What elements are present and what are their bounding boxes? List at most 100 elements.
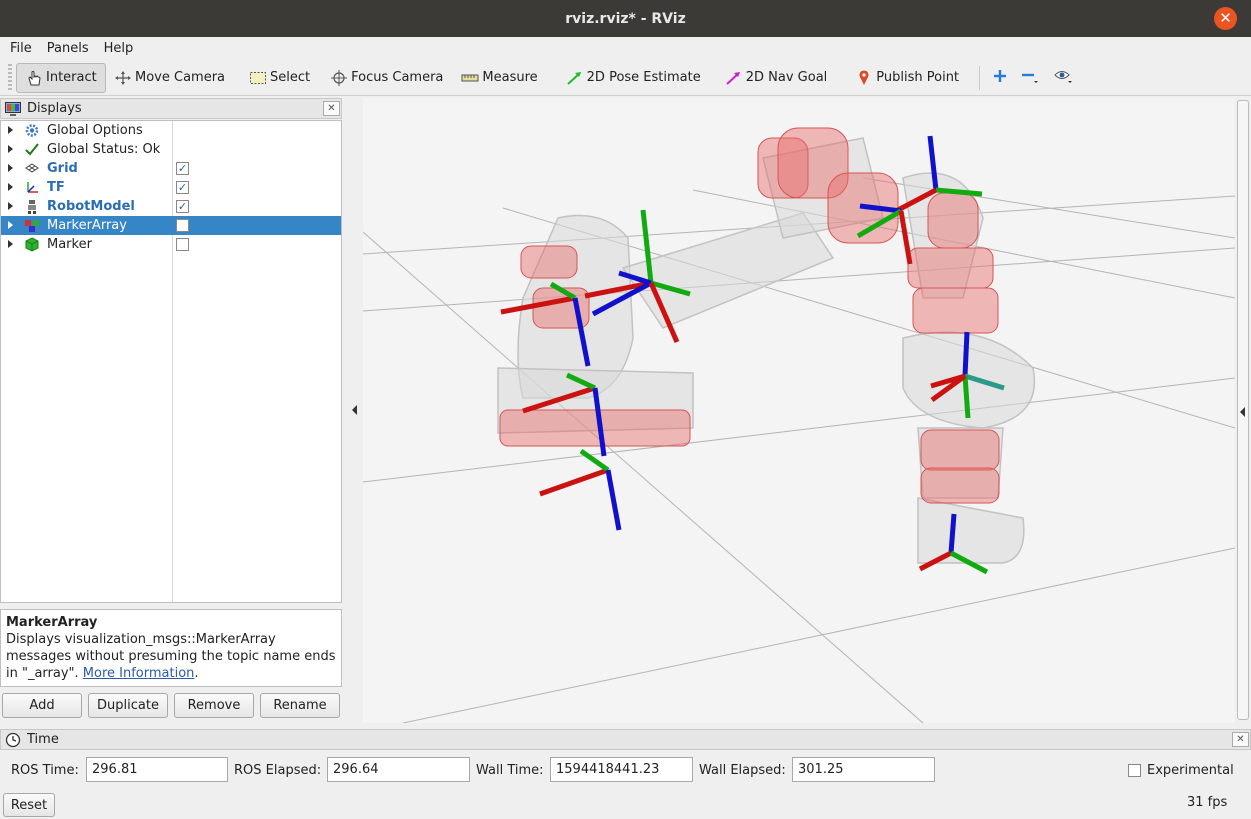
- more-information-link[interactable]: More Information: [83, 666, 195, 681]
- wall-elapsed-field[interactable]: 301.25: [792, 757, 935, 782]
- display-label: MarkerArray: [47, 218, 127, 233]
- 2d-nav-goal-tool-label: 2D Nav Goal: [745, 70, 828, 85]
- focus-crosshair-icon: [330, 69, 348, 86]
- expand-arrow-icon[interactable]: [8, 145, 13, 153]
- interact-tool-button[interactable]: Interact: [16, 62, 106, 93]
- add-tool-button[interactable]: [986, 63, 1014, 93]
- 2d-nav-goal-tool-button[interactable]: 2D Nav Goal: [717, 63, 836, 93]
- display-label: Global Options: [47, 123, 143, 138]
- measure-tool-label: Measure: [482, 70, 538, 85]
- remove-tool-button[interactable]: [1014, 63, 1048, 93]
- plus-icon: [992, 68, 1008, 88]
- view-panel-button[interactable]: [1048, 63, 1082, 93]
- display-row-global-status[interactable]: Global Status: Ok: [1, 140, 341, 159]
- display-label: TF: [47, 180, 65, 195]
- display-enabled-checkbox[interactable]: [176, 238, 189, 251]
- wall-time-label: Wall Time:: [476, 763, 544, 778]
- display-row-tf[interactable]: TF ✓: [1, 178, 341, 197]
- main-toolbar: Interact Move Camera Select Focus Camera…: [0, 60, 1251, 96]
- menu-panels[interactable]: Panels: [47, 41, 89, 56]
- fps-status: 31 fps: [1187, 795, 1228, 810]
- checkmark-icon: [24, 142, 40, 157]
- display-row-marker[interactable]: Marker: [1, 235, 341, 254]
- display-description-box: MarkerArray Displays visualization_msgs:…: [0, 609, 342, 687]
- grid-icon: [24, 161, 40, 176]
- displays-panel-title: Displays: [27, 101, 82, 116]
- display-enabled-checkbox[interactable]: [176, 219, 189, 232]
- gear-icon: [24, 123, 40, 138]
- select-rectangle-icon: [249, 70, 267, 86]
- eye-icon: [1054, 67, 1076, 89]
- description-suffix: .: [194, 666, 199, 681]
- display-row-robotmodel[interactable]: RobotModel ✓: [1, 197, 341, 216]
- displays-panel-close-button[interactable]: ✕: [323, 101, 340, 116]
- focus-camera-tool-label: Focus Camera: [351, 70, 444, 85]
- publish-point-tool-button[interactable]: Publish Point: [847, 63, 967, 93]
- expand-arrow-icon[interactable]: [8, 240, 13, 248]
- display-row-global-options[interactable]: Global Options: [1, 121, 341, 140]
- expand-arrow-icon[interactable]: [8, 221, 13, 229]
- left-panel-splitter[interactable]: [343, 98, 363, 723]
- displays-tree: Global Options Global Status: Ok Grid ✓ …: [0, 120, 342, 603]
- display-enabled-checkbox[interactable]: ✓: [176, 162, 189, 175]
- minus-icon: [1020, 67, 1042, 89]
- magenta-arrow-icon: [725, 70, 743, 86]
- 2d-pose-estimate-tool-button[interactable]: 2D Pose Estimate: [558, 63, 709, 93]
- map-pin-icon: [855, 69, 873, 86]
- expand-arrow-icon[interactable]: [8, 126, 13, 134]
- add-display-button[interactable]: Add: [2, 693, 82, 718]
- clock-icon: [5, 732, 21, 748]
- expand-arrow-icon[interactable]: [8, 183, 13, 191]
- move-camera-icon: [114, 70, 132, 86]
- wall-elapsed-label: Wall Elapsed:: [699, 763, 786, 778]
- rename-display-button[interactable]: Rename: [260, 693, 340, 718]
- select-tool-button[interactable]: Select: [241, 63, 318, 93]
- ros-time-field[interactable]: 296.81: [86, 757, 228, 782]
- monitor-icon: [5, 101, 21, 116]
- focus-camera-tool-button[interactable]: Focus Camera: [322, 63, 451, 93]
- publish-point-tool-label: Publish Point: [876, 70, 960, 85]
- display-enabled-checkbox[interactable]: ✓: [176, 181, 189, 194]
- expand-arrow-icon[interactable]: [8, 164, 13, 172]
- duplicate-display-button[interactable]: Duplicate: [88, 693, 168, 718]
- display-label: Global Status: Ok: [47, 142, 161, 157]
- expand-right-arrow-icon[interactable]: [1240, 407, 1245, 417]
- menu-help[interactable]: Help: [104, 41, 134, 56]
- 2d-pose-estimate-tool-label: 2D Pose Estimate: [586, 70, 701, 85]
- green-arrow-icon: [566, 70, 584, 86]
- expand-arrow-icon[interactable]: [8, 202, 13, 210]
- time-panel-title: Time: [27, 732, 59, 747]
- measure-tool-button[interactable]: Measure: [453, 63, 545, 93]
- toolbar-grip[interactable]: [8, 63, 12, 92]
- displays-panel: Displays ✕ Global Options Global Status:…: [0, 98, 343, 728]
- display-label: Marker: [47, 237, 92, 252]
- right-dock-scrollbar[interactable]: [1237, 100, 1249, 720]
- time-panel: Time ✕ ROS Time: 296.81 ROS Elapsed: 296…: [0, 729, 1251, 819]
- close-window-button[interactable]: ✕: [1214, 7, 1237, 30]
- display-label: RobotModel: [47, 199, 135, 214]
- ruler-icon: [461, 70, 479, 86]
- tf-axes-icon: [24, 180, 40, 195]
- display-row-markerarray[interactable]: MarkerArray: [1, 216, 341, 235]
- ros-elapsed-field[interactable]: 296.64: [327, 757, 470, 782]
- 3d-render-viewport[interactable]: [363, 98, 1235, 723]
- remove-display-button[interactable]: Remove: [174, 693, 254, 718]
- interact-tool-label: Interact: [46, 70, 97, 85]
- displays-panel-header: Displays ✕: [0, 98, 342, 119]
- menu-bar: File Panels Help: [0, 37, 1251, 60]
- wall-time-field[interactable]: 1594418441.23: [550, 757, 693, 782]
- reset-button[interactable]: Reset: [3, 793, 55, 817]
- menu-file[interactable]: File: [10, 41, 32, 56]
- collapse-left-arrow-icon[interactable]: [352, 405, 357, 415]
- display-row-grid[interactable]: Grid ✓: [1, 159, 341, 178]
- time-panel-header: Time ✕: [0, 729, 1251, 750]
- hand-pointer-icon: [25, 70, 43, 86]
- ros-time-label: ROS Time:: [11, 763, 79, 778]
- display-enabled-checkbox[interactable]: ✓: [176, 200, 189, 213]
- time-panel-close-button[interactable]: ✕: [1232, 732, 1249, 747]
- move-camera-tool-button[interactable]: Move Camera: [106, 63, 233, 93]
- green-cube-icon: [24, 237, 40, 252]
- experimental-label: Experimental: [1147, 763, 1234, 778]
- experimental-checkbox[interactable]: [1128, 764, 1141, 777]
- move-camera-tool-label: Move Camera: [135, 70, 226, 85]
